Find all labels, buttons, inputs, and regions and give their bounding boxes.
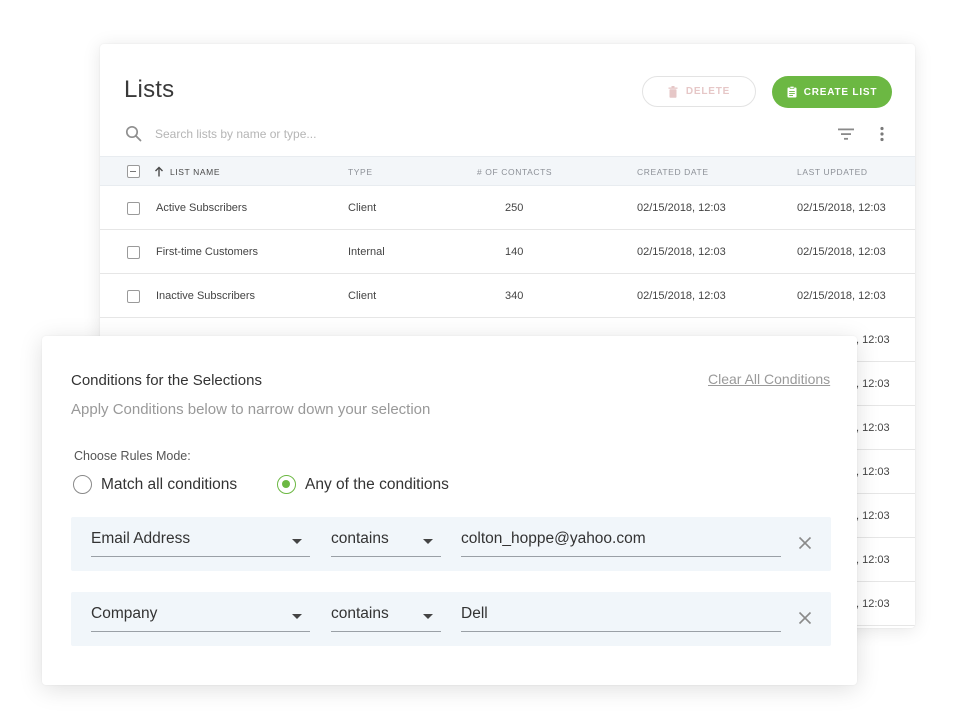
type-cell: Client — [348, 202, 377, 214]
field-select[interactable]: Company — [91, 602, 310, 632]
radio-any-of[interactable]: Any of the conditions — [277, 475, 449, 494]
close-icon[interactable] — [798, 536, 812, 550]
filter-icon[interactable] — [836, 124, 856, 144]
created-date-cell: 02/15/2018, 12:03 — [637, 246, 726, 258]
value-input-text: Dell — [461, 605, 488, 622]
list-name-cell: Active Subscribers — [156, 202, 248, 214]
conditions-panel: Conditions for the Selections Apply Cond… — [42, 336, 857, 685]
table-row[interactable]: Active Subscribers Client 250 02/15/2018… — [100, 186, 915, 230]
page-title: Lists — [124, 76, 175, 103]
delete-button-label: DELETE — [685, 86, 731, 97]
field-select-value: Email Address — [91, 530, 191, 547]
created-date-cell: 02/15/2018, 12:03 — [637, 202, 726, 214]
table-header: LIST NAME TYPE # OF CONTACTS CREATED DAT… — [100, 156, 915, 186]
dropdown-arrow-icon — [423, 539, 433, 544]
value-input-text: colton_hoppe@yahoo.com — [461, 530, 646, 547]
value-input[interactable]: colton_hoppe@yahoo.com — [461, 527, 781, 557]
delete-button[interactable]: DELETE — [642, 76, 756, 107]
dropdown-arrow-icon — [423, 614, 433, 619]
dropdown-arrow-icon — [292, 614, 302, 619]
operator-select-value: contains — [331, 605, 389, 622]
last-updated-cell: , 12:03 — [856, 422, 890, 434]
last-updated-cell: 02/15/2018, 12:03 — [797, 290, 886, 302]
conditions-subtitle: Apply Conditions below to narrow down yo… — [71, 401, 431, 418]
clear-all-conditions-link[interactable]: Clear All Conditions — [708, 371, 830, 387]
radio-button[interactable] — [73, 475, 92, 494]
conditions-title: Conditions for the Selections — [71, 372, 262, 389]
value-input[interactable]: Dell — [461, 602, 781, 632]
search-bar — [124, 122, 894, 146]
contacts-cell: 140 — [505, 246, 524, 258]
last-updated-cell: , 12:03 — [856, 466, 890, 478]
radio-label: Match all conditions — [101, 475, 238, 493]
table-row[interactable]: First-time Customers Internal 140 02/15/… — [100, 230, 915, 274]
last-updated-cell: 02/15/2018, 12:03 — [797, 202, 886, 214]
last-updated-cell: , 12:03 — [856, 510, 890, 522]
last-updated-cell: 02/15/2018, 12:03 — [797, 246, 886, 258]
close-icon[interactable] — [798, 611, 812, 625]
type-cell: Client — [348, 290, 377, 302]
create-list-button-label: CREATE LIST — [803, 86, 878, 98]
more-vertical-icon[interactable] — [872, 124, 892, 144]
last-updated-cell: , 12:03 — [856, 378, 890, 390]
search-input[interactable] — [155, 124, 555, 144]
radio-label: Any of the conditions — [305, 475, 449, 493]
operator-select[interactable]: contains — [331, 602, 441, 632]
column-header-type[interactable]: TYPE — [348, 167, 373, 177]
radio-button-selected[interactable] — [277, 475, 296, 494]
row-checkbox[interactable] — [127, 290, 140, 303]
table-row[interactable]: Inactive Subscribers Client 340 02/15/20… — [100, 274, 915, 318]
last-updated-cell: , 12:03 — [856, 554, 890, 566]
last-updated-cell: , 12:03 — [856, 334, 890, 346]
radio-match-all[interactable]: Match all conditions — [73, 475, 237, 494]
last-updated-cell: , 12:03 — [856, 598, 890, 610]
trash-icon — [668, 85, 678, 98]
column-header-list-name[interactable]: LIST NAME — [170, 167, 220, 177]
select-all-checkbox[interactable] — [127, 165, 140, 178]
column-header-created-date[interactable]: CREATED DATE — [637, 167, 709, 177]
rules-mode-label: Choose Rules Mode: — [74, 449, 191, 463]
search-icon — [125, 125, 142, 142]
create-list-button[interactable]: CREATE LIST — [772, 76, 892, 108]
operator-select-value: contains — [331, 530, 389, 547]
row-checkbox[interactable] — [127, 202, 140, 215]
condition-rule: Company contains Dell — [71, 592, 831, 646]
contacts-cell: 250 — [505, 202, 524, 214]
condition-rule: Email Address contains colton_hoppe@yaho… — [71, 517, 831, 571]
row-checkbox[interactable] — [127, 246, 140, 259]
sort-ascending-icon[interactable] — [154, 166, 164, 177]
type-cell: Internal — [348, 246, 385, 258]
list-name-cell: Inactive Subscribers — [156, 290, 256, 302]
dropdown-arrow-icon — [292, 539, 302, 544]
list-name-cell: First-time Customers — [156, 246, 259, 258]
clipboard-icon — [787, 86, 797, 98]
field-select-value: Company — [91, 605, 158, 622]
column-header-last-updated[interactable]: LAST UPDATED — [797, 167, 868, 177]
contacts-cell: 340 — [505, 290, 524, 302]
field-select[interactable]: Email Address — [91, 527, 310, 557]
operator-select[interactable]: contains — [331, 527, 441, 557]
created-date-cell: 02/15/2018, 12:03 — [637, 290, 726, 302]
column-header-contacts[interactable]: # OF CONTACTS — [477, 167, 552, 177]
